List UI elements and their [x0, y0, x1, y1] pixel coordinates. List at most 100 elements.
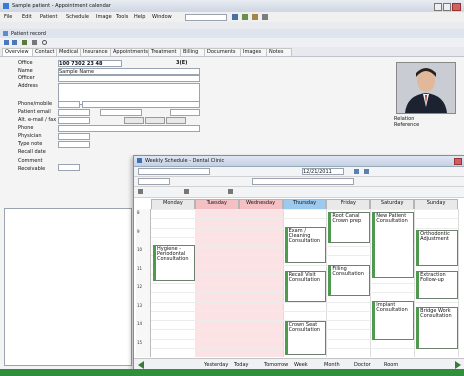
tab-documents[interactable]: Documents	[204, 48, 242, 56]
appointment-note: Crown prep	[332, 217, 362, 224]
tab-treatment[interactable]: Treatment	[148, 48, 182, 56]
calendar-footer-right-arrow[interactable]	[455, 361, 461, 369]
menu-help[interactable]: Help	[134, 14, 145, 20]
name-field[interactable]: Sample Name	[58, 68, 200, 75]
calendar-window: Weekly Schedule - Dental Clinic 12/21/20…	[133, 155, 464, 372]
patient-email-field[interactable]	[58, 109, 90, 116]
time-label: 8	[137, 210, 140, 215]
record-icon	[3, 31, 8, 36]
appointment-block[interactable]: New Patient Consultation	[372, 211, 415, 279]
calendar-footer-month[interactable]: Month	[324, 362, 340, 368]
minimize-icon[interactable]	[434, 3, 442, 11]
save-icon[interactable]	[22, 40, 27, 45]
appointment-block[interactable]: Crown Seat Consultation	[284, 321, 327, 356]
tab-insurance[interactable]: Insurance	[80, 48, 112, 56]
appointment-block[interactable]: Orthodontic Adjustment	[416, 229, 458, 267]
label-phone: Phone	[18, 125, 34, 131]
appointment-note: Consultation	[288, 237, 321, 244]
appointment-block[interactable]: Root Canal Crown prep	[328, 211, 371, 243]
maximize-icon[interactable]	[443, 3, 451, 11]
status-bar	[0, 369, 464, 376]
tab-contact[interactable]: Contact	[32, 48, 58, 56]
tab-medical[interactable]: Medical	[56, 48, 82, 56]
calendar-footer-tomorrow[interactable]: Tomorrow	[264, 362, 288, 368]
tab-images[interactable]: Images	[240, 48, 268, 56]
lookup-button-3[interactable]	[166, 117, 186, 124]
calendar-prev-icon[interactable]	[354, 169, 359, 174]
calendar-footer-week[interactable]: Week	[294, 362, 308, 368]
forward-icon[interactable]	[12, 40, 17, 45]
calendar-footer-room[interactable]: Room	[384, 362, 398, 368]
label-physician: Physician	[18, 133, 42, 139]
label-comment: Comment	[18, 158, 43, 164]
toolbar-icon-2[interactable]	[242, 14, 248, 20]
label-patient-email: Patient email	[18, 109, 51, 115]
appointment-block[interactable]: Extraction Follow-up	[416, 271, 458, 299]
menu-edit[interactable]: Edit	[22, 14, 32, 20]
calendar-footer-doctor[interactable]: Doctor	[354, 362, 371, 368]
phone-field[interactable]	[58, 125, 200, 132]
appointment-block[interactable]: Exam / Cleaning Consultation	[284, 226, 327, 264]
time-label: 9	[137, 228, 140, 234]
label-officer: Officer	[18, 75, 35, 81]
officer-field[interactable]	[58, 75, 200, 82]
appointment-block[interactable]: Recall Visit Consultation	[284, 271, 327, 302]
search-icon[interactable]	[42, 40, 47, 45]
appointment-block[interactable]: Hygiene - Periodontal Consultation	[153, 244, 195, 282]
patient-email-field-3[interactable]	[170, 109, 200, 116]
calendar-time-column: 8 9 10 11 12 13 14 15	[136, 209, 151, 357]
print-icon[interactable]	[32, 40, 37, 45]
calendar-print-icon[interactable]	[184, 189, 189, 194]
menu-file[interactable]: File	[4, 14, 12, 20]
phone-mobile-field[interactable]	[58, 101, 80, 108]
patient-email-field-2[interactable]	[100, 109, 142, 116]
calendar-settings-icon[interactable]	[228, 189, 233, 194]
appointment-block[interactable]: Filling Consultation	[328, 265, 371, 296]
calendar-doctor-select[interactable]	[138, 168, 210, 175]
lookup-button-1[interactable]	[124, 117, 144, 124]
phone-mobile-field-2[interactable]	[82, 101, 200, 108]
label-address: Address	[18, 83, 38, 89]
calendar-close-icon[interactable]	[454, 158, 462, 165]
calendar-view-field[interactable]	[138, 178, 170, 185]
lookup-button-2[interactable]	[145, 117, 165, 124]
calendar-toolbar-3	[134, 187, 464, 198]
menu-window[interactable]: Window	[152, 14, 172, 20]
patient-id-suffix: 3(E)	[176, 60, 188, 66]
calendar-footer-today[interactable]: Today	[234, 362, 248, 368]
type-note-field[interactable]	[58, 141, 90, 148]
toolbar-icon-3[interactable]	[252, 14, 258, 20]
menu-image[interactable]: Image	[96, 14, 112, 20]
calendar-title: Weekly Schedule - Dental Clinic	[145, 158, 225, 164]
notes-list[interactable]	[4, 208, 132, 366]
physician-field[interactable]	[58, 133, 90, 140]
calendar-zoom-icon[interactable]	[138, 189, 143, 194]
calendar-room-field[interactable]	[252, 178, 354, 185]
toolbar-icon-1[interactable]	[232, 14, 238, 20]
tab-overview[interactable]: Overview	[2, 48, 34, 56]
record-title: Patient record	[11, 31, 46, 37]
calendar-grid[interactable]: Hygiene - Periodontal Consultation Exam / …	[151, 209, 459, 357]
appointment-block[interactable]: Bridge Work Consultation	[416, 306, 458, 350]
calendar-next-icon[interactable]	[364, 169, 369, 174]
menu-schedule[interactable]: Schedule	[66, 14, 89, 20]
toolbar-icon-4[interactable]	[262, 14, 268, 20]
calendar-footer-yesterday[interactable]: Yesterday	[204, 362, 228, 368]
back-icon[interactable]	[4, 40, 9, 45]
tab-notes[interactable]: Notes	[266, 48, 292, 56]
toolbar-search-field[interactable]	[185, 14, 227, 21]
time-slot-line	[151, 209, 458, 210]
comment-field[interactable]	[58, 164, 80, 171]
tab-appointments[interactable]: Appointments	[110, 48, 150, 56]
tab-billing[interactable]: Billing	[180, 48, 206, 56]
appointment-note: Consultation	[376, 306, 408, 313]
menu-patient[interactable]: Patient	[40, 14, 57, 20]
close-icon[interactable]	[452, 3, 461, 11]
patient-id-field[interactable]: 100 7302 23 48	[58, 60, 122, 67]
menu-tools[interactable]: Tools	[116, 14, 128, 20]
calendar-date-field[interactable]: 12/21/2011	[302, 168, 344, 175]
side-label-reference: Reference	[394, 122, 420, 128]
calendar-footer-left-arrow[interactable]	[138, 361, 144, 369]
alt-email-field[interactable]	[58, 117, 90, 124]
appointment-block[interactable]: Implant Consultation	[372, 300, 415, 341]
